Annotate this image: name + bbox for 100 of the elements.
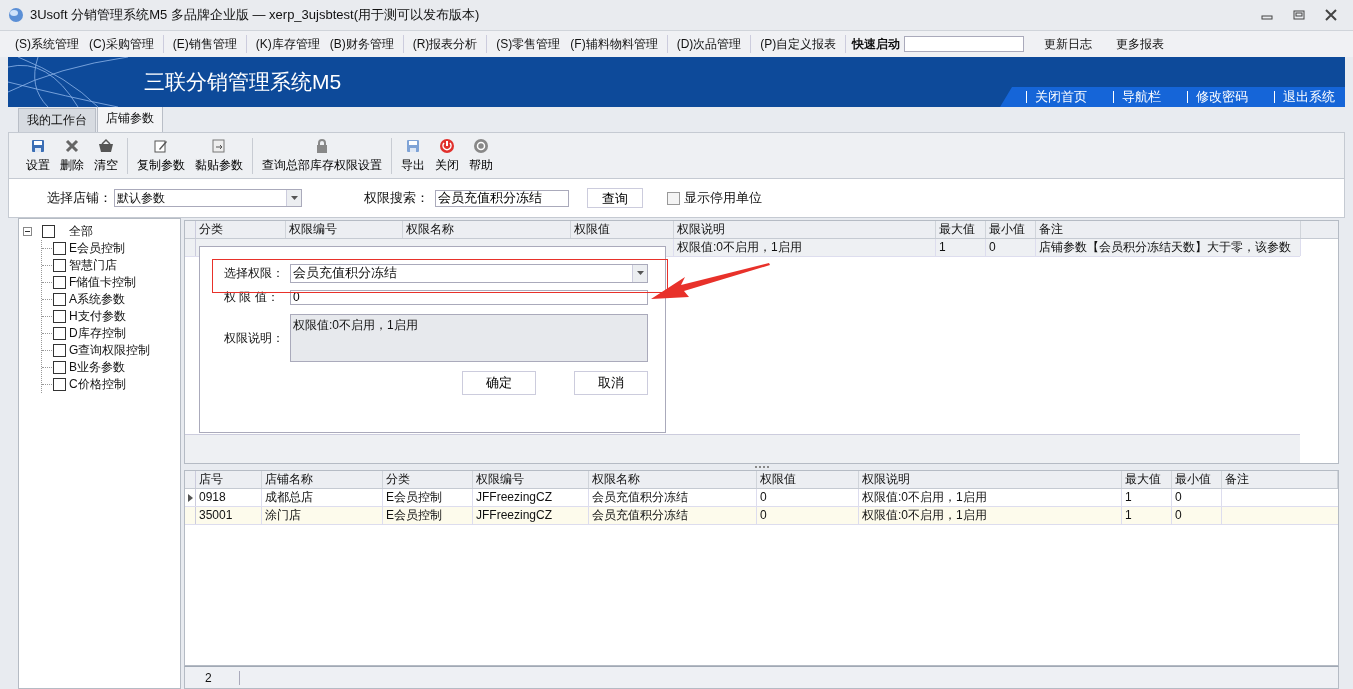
tab[interactable]: 我的工作台 <box>18 108 96 132</box>
menu-item[interactable]: (P)自定义报表 <box>755 35 842 53</box>
permission-dropdown[interactable]: 会员充值积分冻结 <box>290 263 648 283</box>
quick-launch-label: 快速启动 <box>852 35 901 53</box>
toolbar-button[interactable]: 查询总部库存权限设置 <box>257 137 387 174</box>
column-header[interactable]: 权限值 <box>571 221 674 238</box>
tree-item[interactable]: H支付参数 <box>68 308 126 325</box>
row-indicator[interactable] <box>185 489 196 506</box>
collapse-icon[interactable] <box>22 227 32 236</box>
checkbox[interactable] <box>41 225 55 238</box>
close-icon[interactable] <box>1325 9 1337 21</box>
table-cell: JFFreezingCZ <box>473 507 589 524</box>
tree-item[interactable]: 智慧门店 <box>68 257 117 274</box>
ok-button[interactable]: 确定 <box>462 371 536 395</box>
column-header[interactable]: 最大值 <box>1122 471 1172 488</box>
edit-icon <box>153 137 169 154</box>
column-header[interactable]: 最大值 <box>936 221 986 238</box>
checkbox[interactable] <box>52 310 66 323</box>
column-header[interactable]: 权限说明 <box>859 471 1122 488</box>
toolbar-button[interactable]: 清空 <box>89 137 123 174</box>
checkbox[interactable] <box>52 361 66 374</box>
quick-launch-field[interactable] <box>904 36 1025 52</box>
column-header[interactable]: 权限编号 <box>473 471 589 488</box>
lock-icon <box>314 137 330 154</box>
menu-item[interactable]: (B)财务管理 <box>324 35 399 53</box>
caret-icon <box>290 196 298 200</box>
menu-item[interactable]: (D)次品管理 <box>671 35 747 53</box>
tab[interactable]: 店铺参数 <box>97 106 163 132</box>
paste-icon <box>211 137 227 154</box>
table-cell: E会员控制 <box>383 507 473 524</box>
column-header[interactable]: 权限值 <box>757 471 859 488</box>
table-cell: 0 <box>1172 507 1222 524</box>
store-label: 选择店铺： <box>47 189 112 207</box>
tree-item[interactable]: C价格控制 <box>68 376 126 393</box>
column-header[interactable]: 备注 <box>1036 221 1301 238</box>
column-header[interactable]: 权限名称 <box>589 471 757 488</box>
tree-item[interactable]: 全部 <box>68 223 93 240</box>
menu-item[interactable]: (S)系统管理 <box>10 35 84 53</box>
menu-link[interactable]: 更新日志 <box>1040 35 1097 53</box>
store-dropdown[interactable]: 默认参数 <box>114 189 302 207</box>
description-field: 权限值:0不启用，1启用 <box>290 314 648 362</box>
toolbar-button[interactable]: 黏贴参数 <box>190 137 248 174</box>
banner-link[interactable]: 退出系统 <box>1274 91 1335 103</box>
column-header[interactable]: 分类 <box>196 221 286 238</box>
checkbox[interactable] <box>52 327 66 340</box>
basket-icon <box>98 137 114 154</box>
banner-link[interactable]: 导航栏 <box>1113 91 1161 103</box>
checkbox[interactable] <box>52 242 66 255</box>
cancel-button[interactable]: 取消 <box>574 371 648 395</box>
table-cell: 涂门店 <box>262 507 383 524</box>
tree-item[interactable]: D库存控制 <box>68 325 126 342</box>
table-cell: 0 <box>757 489 859 506</box>
menu-item[interactable]: (S)零售管理 <box>491 35 566 53</box>
tree-item[interactable]: G查询权限控制 <box>68 342 151 359</box>
column-header[interactable]: 权限编号 <box>286 221 403 238</box>
checkbox[interactable] <box>667 191 680 205</box>
floppy-icon <box>405 137 421 154</box>
restore-icon[interactable] <box>1293 9 1305 21</box>
table-cell: 会员充值积分冻结 <box>589 507 757 524</box>
tree-item[interactable]: B业务参数 <box>68 359 125 376</box>
table-cell: 0 <box>757 507 859 524</box>
column-header[interactable]: 权限名称 <box>403 221 571 238</box>
field-label: 选择权限： <box>224 264 285 282</box>
menu-item[interactable]: (R)报表分析 <box>407 35 483 53</box>
tree-item[interactable]: F储值卡控制 <box>68 274 137 291</box>
toolbar-button[interactable]: 删除 <box>55 137 89 174</box>
banner-link[interactable]: 修改密码 <box>1187 91 1248 103</box>
table-cell: 会员充值积分冻结 <box>589 489 757 506</box>
table-cell: 1 <box>936 239 986 256</box>
column-header[interactable]: 分类 <box>383 471 473 488</box>
show-disabled-label: 显示停用单位 <box>684 189 762 207</box>
checkbox[interactable] <box>52 378 66 391</box>
column-header[interactable]: 最小值 <box>986 221 1036 238</box>
menu-item[interactable]: (E)销售管理 <box>167 35 242 53</box>
cross-icon <box>64 137 80 154</box>
column-header[interactable]: 店号 <box>196 471 262 488</box>
column-header[interactable]: 最小值 <box>1172 471 1222 488</box>
column-header[interactable]: 店铺名称 <box>262 471 383 488</box>
column-header[interactable]: 权限说明 <box>674 221 936 238</box>
menu-link[interactable]: 更多报表 <box>1112 35 1169 53</box>
checkbox[interactable] <box>52 276 66 289</box>
toolbar-button[interactable]: 设置 <box>21 137 55 174</box>
window-title: 3Usoft 分销管理系统M5 多品牌企业版 — xerp_3ujsbtest(用于测可以发布版本) <box>30 6 480 24</box>
checkbox[interactable] <box>52 344 66 357</box>
toolbar-button[interactable]: 帮助 <box>464 137 498 174</box>
column-header[interactable]: 备注 <box>1222 471 1338 488</box>
banner-link[interactable]: 关闭首页 <box>1026 91 1087 103</box>
checkbox[interactable] <box>52 259 66 272</box>
tree-item[interactable]: A系统参数 <box>68 291 125 308</box>
checkbox[interactable] <box>52 293 66 306</box>
menu-item[interactable]: (C)采购管理 <box>84 35 159 53</box>
menu-item[interactable]: (F)辅料物料管理 <box>565 35 663 53</box>
toolbar-button[interactable]: 导出 <box>396 137 430 174</box>
search-button[interactable]: 查询 <box>587 188 643 208</box>
table-cell: 店铺参数【会员积分冻结天数】大于零，该参数 <box>1036 239 1301 256</box>
search-field[interactable]: 会员充值积分冻结 <box>435 189 569 207</box>
toolbar-button[interactable]: 复制参数 <box>132 137 190 174</box>
menu-item[interactable]: (K)库存管理 <box>250 35 325 53</box>
toolbar-button[interactable]: 关闭 <box>430 137 464 174</box>
tree-item[interactable]: E会员控制 <box>68 240 125 257</box>
